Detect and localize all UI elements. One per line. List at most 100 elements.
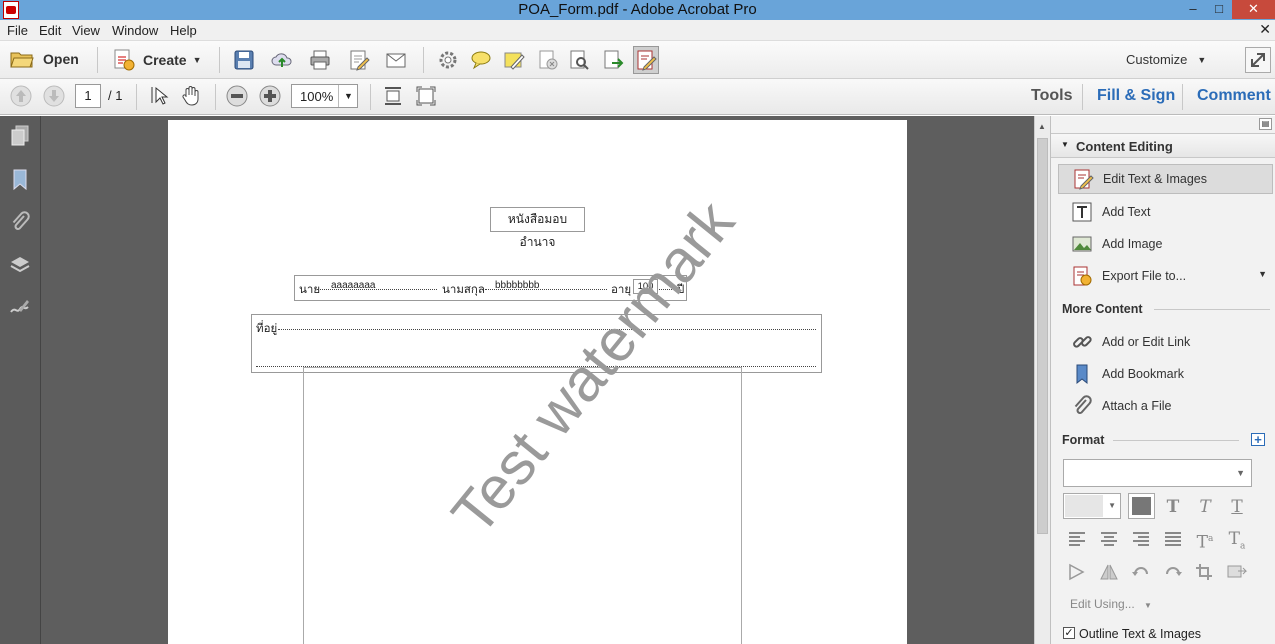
document-scrollbar[interactable]: ▲ bbox=[1034, 116, 1050, 644]
edit-text-toggle[interactable] bbox=[633, 46, 659, 74]
edit-using-label: Edit Using... bbox=[1070, 597, 1135, 611]
menu-view[interactable]: View bbox=[72, 23, 100, 38]
italic-icon[interactable]: T bbox=[1194, 497, 1216, 517]
attach-file-tool[interactable]: Attach a File bbox=[1058, 391, 1273, 421]
add-image-tool[interactable]: Add Image bbox=[1058, 229, 1273, 259]
add-edit-link-label: Add or Edit Link bbox=[1102, 335, 1191, 349]
separator bbox=[97, 47, 98, 73]
align-right-icon[interactable] bbox=[1130, 529, 1152, 549]
zoom-select[interactable]: 100% ▼ bbox=[291, 84, 358, 108]
scroll-up-arrow-icon[interactable]: ▲ bbox=[1038, 122, 1046, 131]
edit-text-images-icon bbox=[637, 50, 657, 71]
export-dropdown-icon[interactable]: ▼ bbox=[1258, 269, 1267, 279]
first-name-value[interactable]: aaaaaaaa bbox=[331, 280, 376, 291]
comment-bubble-icon[interactable] bbox=[470, 49, 492, 71]
close-window-button[interactable]: ✕ bbox=[1232, 0, 1275, 19]
font-family-select[interactable]: ▼ bbox=[1063, 459, 1252, 487]
menu-help[interactable]: Help bbox=[170, 23, 197, 38]
maximize-button[interactable]: □ bbox=[1206, 0, 1232, 19]
scrollbar-thumb[interactable] bbox=[1037, 138, 1048, 534]
gear-icon[interactable] bbox=[437, 49, 459, 71]
surname-value[interactable]: bbbbbbbb bbox=[495, 280, 540, 291]
delete-pages-icon[interactable] bbox=[537, 49, 559, 71]
format-heading: Format bbox=[1062, 433, 1105, 447]
add-edit-link-tool[interactable]: Add or Edit Link bbox=[1058, 327, 1273, 357]
form-title-box[interactable]: หนังสือมอบอำนาจ bbox=[490, 207, 585, 249]
save-icon[interactable] bbox=[233, 49, 255, 71]
full-screen-icon[interactable] bbox=[415, 85, 437, 107]
expand-view-button[interactable] bbox=[1245, 47, 1271, 73]
font-dropdown-icon: ▼ bbox=[1236, 468, 1245, 478]
panel-options-icon[interactable]: ▤ bbox=[1259, 118, 1272, 130]
align-center-icon[interactable] bbox=[1098, 529, 1120, 549]
replace-image-icon[interactable] bbox=[1226, 562, 1248, 582]
previous-page-icon[interactable] bbox=[10, 85, 32, 107]
fit-page-icon[interactable] bbox=[382, 85, 404, 107]
menu-edit[interactable]: Edit bbox=[39, 23, 61, 38]
menu-file[interactable]: File bbox=[7, 23, 28, 38]
next-page-icon[interactable] bbox=[43, 85, 65, 107]
text-color-button[interactable] bbox=[1128, 493, 1155, 519]
subscript-icon[interactable]: Ta bbox=[1226, 529, 1248, 551]
minimize-button[interactable]: ‒ bbox=[1180, 0, 1206, 19]
edit-document-icon[interactable] bbox=[348, 49, 370, 71]
address-box[interactable]: ที่อยู่ bbox=[251, 314, 822, 373]
select-cursor-icon[interactable] bbox=[148, 85, 170, 107]
tab-comment[interactable]: Comment bbox=[1197, 87, 1271, 105]
close-document-icon[interactable]: ✕ bbox=[1259, 21, 1271, 38]
highlight-icon[interactable] bbox=[503, 49, 525, 71]
edit-text-images-tool[interactable]: Edit Text & Images bbox=[1058, 164, 1273, 194]
flip-horizontal-icon[interactable] bbox=[1066, 562, 1088, 582]
crop-icon[interactable] bbox=[1194, 562, 1216, 582]
edit-using-dropdown[interactable]: Edit Using... ▼ bbox=[1070, 597, 1152, 611]
export-page-icon[interactable] bbox=[602, 49, 624, 71]
main-toolbar: Open Create ▼ Customize ▼ bbox=[0, 41, 1275, 79]
page-number-input[interactable]: 1 bbox=[75, 84, 101, 108]
bookmark-icon bbox=[1076, 364, 1088, 385]
justify-icon[interactable] bbox=[1162, 529, 1184, 549]
create-button[interactable]: Create ▼ bbox=[112, 49, 202, 71]
menu-window[interactable]: Window bbox=[112, 23, 158, 38]
customize-button[interactable]: Customize ▼ bbox=[1126, 52, 1206, 67]
export-file-tool[interactable]: Export File to... ▼ bbox=[1058, 261, 1273, 291]
email-icon[interactable] bbox=[385, 49, 407, 71]
align-left-icon[interactable] bbox=[1066, 529, 1088, 549]
underline-icon[interactable]: T bbox=[1226, 497, 1248, 517]
page-total: / 1 bbox=[108, 88, 123, 103]
layers-icon[interactable] bbox=[9, 253, 31, 277]
add-bookmark-tool[interactable]: Add Bookmark bbox=[1058, 359, 1273, 389]
upload-cloud-icon[interactable] bbox=[271, 49, 293, 71]
pdf-page[interactable]: หนังสือมอบอำนาจ นาย aaaaaaaa นามสกุล bbb… bbox=[168, 120, 907, 644]
bold-icon[interactable]: T bbox=[1162, 497, 1184, 517]
page-thumbnails-icon[interactable] bbox=[9, 124, 31, 148]
folder-icon bbox=[10, 52, 34, 68]
zoom-dropdown-icon[interactable]: ▼ bbox=[338, 85, 358, 107]
left-navigation-pane bbox=[0, 116, 41, 644]
bookmarks-icon[interactable] bbox=[9, 167, 31, 191]
print-icon[interactable] bbox=[309, 49, 331, 71]
superscript-icon[interactable]: Ta bbox=[1194, 529, 1216, 553]
content-editing-header[interactable]: ▼ Content Editing bbox=[1051, 133, 1275, 158]
rotate-right-icon[interactable] bbox=[1162, 562, 1184, 582]
open-button[interactable]: Open bbox=[10, 49, 79, 69]
hand-tool-icon[interactable] bbox=[180, 85, 202, 107]
customize-label: Customize bbox=[1126, 52, 1188, 67]
signatures-icon[interactable] bbox=[9, 296, 31, 320]
add-format-plus-icon[interactable]: + bbox=[1251, 433, 1265, 446]
attachments-icon[interactable] bbox=[9, 210, 31, 234]
add-text-tool[interactable]: Add Text bbox=[1058, 197, 1273, 227]
rotate-left-icon[interactable] bbox=[1130, 562, 1152, 582]
document-viewport[interactable]: หนังสือมอบอำนาจ นาย aaaaaaaa นามสกุล bbb… bbox=[41, 116, 1034, 644]
font-size-select[interactable]: ▼ bbox=[1063, 493, 1121, 519]
tab-tools[interactable]: Tools bbox=[1031, 87, 1072, 105]
outline-text-images-checkbox[interactable]: ✓ bbox=[1063, 627, 1075, 639]
tab-fill-sign[interactable]: Fill & Sign bbox=[1097, 87, 1175, 105]
zoom-out-icon[interactable] bbox=[226, 85, 248, 107]
create-label: Create bbox=[143, 52, 187, 68]
title-mr-label: นาย bbox=[299, 284, 321, 296]
find-page-icon[interactable] bbox=[568, 49, 590, 71]
zoom-value: 100% bbox=[300, 89, 334, 104]
image-icon bbox=[1072, 236, 1092, 252]
flip-vertical-icon[interactable] bbox=[1098, 562, 1120, 582]
zoom-in-icon[interactable] bbox=[259, 85, 281, 107]
